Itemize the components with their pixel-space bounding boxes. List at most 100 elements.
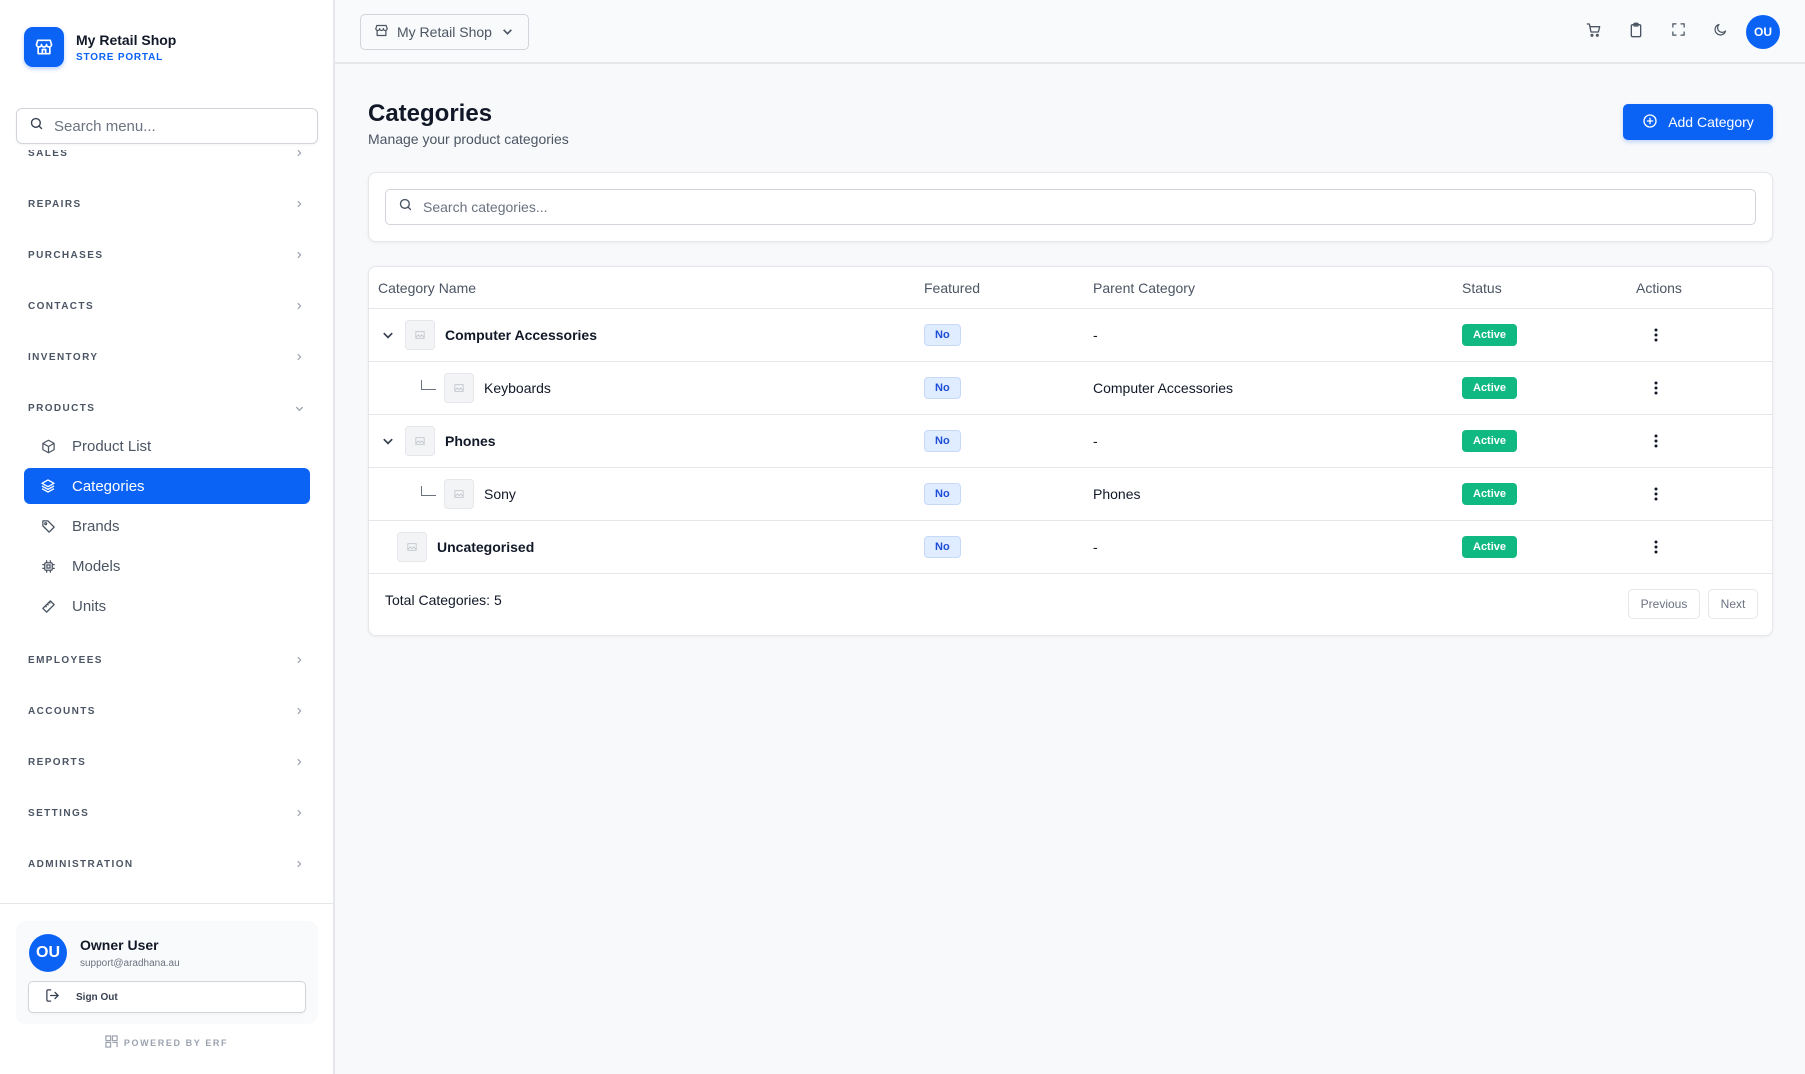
more-vertical-icon[interactable] <box>1646 325 1666 345</box>
parent-category: - <box>1093 327 1098 343</box>
featured-badge: No <box>924 430 961 452</box>
fullscreen-icon <box>1671 22 1686 42</box>
chevron-down-icon[interactable] <box>382 435 396 447</box>
box-icon <box>40 438 56 454</box>
add-category-button[interactable]: Add Category <box>1623 104 1773 140</box>
chevron-right-icon <box>294 655 304 665</box>
category-search[interactable] <box>385 189 1756 225</box>
category-name: Uncategorised <box>437 539 535 555</box>
pagination: Previous Next <box>1620 589 1758 619</box>
brand-name: My Retail Shop <box>76 31 177 48</box>
nav-section-products[interactable]: PRODUCTS <box>28 398 304 418</box>
more-vertical-icon[interactable] <box>1646 431 1666 451</box>
nav-item-units[interactable]: Units <box>24 588 310 624</box>
page-title: Categories <box>368 100 493 127</box>
status-badge: Active <box>1462 324 1518 346</box>
more-vertical-icon[interactable] <box>1646 537 1666 557</box>
table-row[interactable]: Phones No - Active <box>369 415 1772 468</box>
image-placeholder-icon <box>405 426 435 456</box>
logout-icon <box>45 988 60 1006</box>
clipboard-icon <box>1628 22 1644 43</box>
nav-section-repairs[interactable]: REPAIRS <box>28 194 304 214</box>
nav-section-inventory[interactable]: INVENTORY <box>28 347 304 367</box>
chevron-right-icon <box>294 301 304 311</box>
header-parent-category[interactable]: Parent Category <box>1093 280 1195 296</box>
status-badge: Active <box>1462 483 1518 505</box>
category-name: Keyboards <box>484 380 551 396</box>
tree-connector <box>421 486 436 496</box>
nav-section-sales[interactable]: SALES <box>28 150 304 163</box>
category-name: Computer Accessories <box>445 327 597 343</box>
nav-section-administration[interactable]: ADMINISTRATION <box>28 854 304 874</box>
cart-icon <box>1586 22 1602 43</box>
avatar[interactable]: OU <box>1746 15 1780 49</box>
image-placeholder-icon <box>444 479 474 509</box>
header-featured[interactable]: Featured <box>924 280 980 296</box>
table-row[interactable]: Keyboards No Computer Accessories Active <box>369 362 1772 415</box>
image-placeholder-icon <box>397 532 427 562</box>
featured-badge: No <box>924 536 961 558</box>
grid-logo-icon <box>105 1035 118 1050</box>
moon-icon <box>1713 22 1728 42</box>
nav-item-models[interactable]: Models <box>24 548 310 584</box>
menu-search-input[interactable] <box>54 117 294 135</box>
nav-item-brands[interactable]: Brands <box>24 508 310 544</box>
table-row[interactable]: Sony No Phones Active <box>369 468 1772 521</box>
table-row[interactable]: Computer Accessories No - Active <box>369 309 1772 362</box>
more-vertical-icon[interactable] <box>1646 484 1666 504</box>
parent-category: - <box>1093 539 1098 555</box>
menu-search[interactable] <box>16 108 318 144</box>
image-placeholder-icon <box>444 373 474 403</box>
header-actions: Actions <box>1636 280 1682 296</box>
header-category-name[interactable]: Category Name <box>378 280 476 296</box>
status-badge: Active <box>1462 430 1518 452</box>
powered-by: POWERED BY ERF <box>0 1035 333 1050</box>
store-icon <box>24 27 64 67</box>
nav-section-contacts[interactable]: CONTACTS <box>28 296 304 316</box>
fullscreen-button[interactable] <box>1660 14 1696 50</box>
brand-subtitle: STORE PORTAL <box>76 51 164 63</box>
tree-connector <box>421 380 436 390</box>
nav-section-accounts[interactable]: ACCOUNTS <box>28 701 304 721</box>
previous-button[interactable]: Previous <box>1628 589 1700 619</box>
nav-section-settings[interactable]: SETTINGS <box>28 803 304 823</box>
status-badge: Active <box>1462 377 1518 399</box>
chevron-right-icon <box>294 757 304 767</box>
featured-badge: No <box>924 483 961 505</box>
nav-section-employees[interactable]: EMPLOYEES <box>28 650 304 670</box>
header-status[interactable]: Status <box>1462 280 1502 296</box>
parent-category: Computer Accessories <box>1093 380 1234 396</box>
more-vertical-icon[interactable] <box>1646 378 1666 398</box>
nav-item-product-list[interactable]: Product List <box>24 428 310 464</box>
sign-out-button[interactable]: Sign Out <box>28 981 306 1013</box>
category-name: Phones <box>445 433 496 449</box>
topbar-actions: OU <box>1570 14 1780 50</box>
nav-section-reports[interactable]: REPORTS <box>28 752 304 772</box>
clipboard-button[interactable] <box>1618 14 1654 50</box>
chevron-right-icon <box>294 706 304 716</box>
chevron-right-icon <box>294 859 304 869</box>
user-card: OU Owner User support@aradhana.au Sign O… <box>16 921 318 1024</box>
nav-item-categories[interactable]: Categories <box>24 468 310 504</box>
table-row[interactable]: Uncategorised No - Active <box>369 521 1772 574</box>
brand[interactable]: My Retail Shop STORE PORTAL <box>24 27 176 67</box>
next-button[interactable]: Next <box>1708 589 1758 619</box>
category-search-input[interactable] <box>423 199 1723 215</box>
search-icon <box>29 116 44 136</box>
categories-table: Category Name Featured Parent Category S… <box>368 266 1773 636</box>
chevron-down-icon[interactable] <box>382 329 396 341</box>
table-header: Category Name Featured Parent Category S… <box>369 267 1772 309</box>
image-placeholder-icon <box>405 320 435 350</box>
category-name: Sony <box>484 486 516 502</box>
chip-icon <box>40 558 56 574</box>
cart-button[interactable] <box>1576 14 1612 50</box>
chevron-right-icon <box>294 150 304 158</box>
nav-section-purchases[interactable]: PURCHASES <box>28 245 304 265</box>
shop-selector[interactable]: My Retail Shop <box>360 14 529 50</box>
featured-badge: No <box>924 324 961 346</box>
search-card <box>368 172 1773 242</box>
store-icon <box>374 23 389 41</box>
theme-toggle-button[interactable] <box>1702 14 1738 50</box>
user-email: support@aradhana.au <box>80 958 180 969</box>
avatar[interactable]: OU <box>29 934 67 972</box>
